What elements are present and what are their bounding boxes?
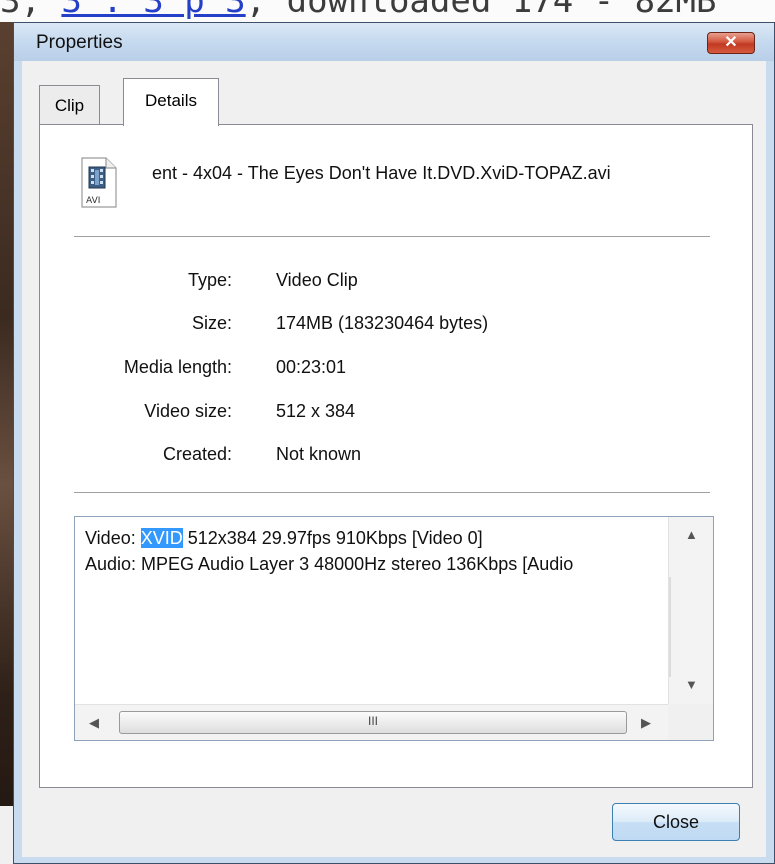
type-value: Video Clip [276, 270, 358, 290]
dialog-body: Clip Details AVI ent - 4x04 - The Eyes D… [22, 61, 766, 857]
scroll-right-icon[interactable]: ▶ [641, 715, 651, 731]
tab-label: Details [145, 91, 197, 110]
close-icon: ✕ [724, 34, 738, 51]
scroll-corner [668, 704, 713, 740]
horizontal-scrollbar[interactable]: ◀ III ▶ [75, 704, 668, 740]
audio-codec-line: Audio: MPEG Audio Layer 3 48000Hz stereo… [85, 554, 574, 574]
background-link[interactable]: 3 . 3 p 3 [61, 0, 245, 21]
file-name: ent - 4x04 - The Eyes Don't Have It.DVD.… [152, 163, 611, 183]
icon-label: AVI [86, 196, 100, 206]
scroll-left-icon[interactable]: ◀ [89, 715, 99, 731]
window-title: Properties [36, 32, 123, 53]
video-codec-line: Video: XVID 512x384 29.97fps 910Kbps [Vi… [85, 525, 665, 551]
background-text-part: , downloaded 174 - 82MB [245, 0, 717, 21]
background-page-strip: 3, 3 . 3 p 3, downloaded 174 - 82MB [0, 0, 775, 22]
codec-text[interactable]: Video: XVID 512x384 29.97fps 910Kbps [Vi… [85, 525, 665, 577]
grip-icon: III [367, 714, 378, 728]
size-value: 174MB (183230464 bytes) [276, 313, 489, 333]
size-label: Size: [191, 313, 232, 333]
codec-info-textbox[interactable]: Video: XVID 512x384 29.97fps 910Kbps [Vi… [74, 516, 714, 741]
vertical-scroll-track[interactable] [669, 577, 671, 677]
selected-text[interactable]: XVID [140, 528, 183, 548]
horizontal-scroll-thumb[interactable]: III [119, 711, 627, 734]
separator [74, 492, 710, 493]
title-bar[interactable]: Properties ✕ [14, 23, 774, 61]
video-prefix: Video: [85, 528, 141, 548]
properties-dialog: Properties ✕ Clip Details AVI ent - 4x04… [13, 22, 775, 864]
background-page-text: 3, 3 . 3 p 3, downloaded 174 - 82MB [0, 0, 716, 21]
details-panel: AVI ent - 4x04 - The Eyes Don't Have It.… [39, 124, 753, 788]
tab-label: Clip [54, 96, 85, 115]
created-label: Created: [162, 444, 232, 464]
tab-clip[interactable]: Clip [39, 85, 100, 125]
media-length-value: 00:23:01 [276, 357, 347, 377]
vertical-scrollbar[interactable]: ▲ ▼ [668, 517, 713, 704]
separator [74, 236, 710, 237]
type-label: Type: [187, 270, 232, 290]
video-size-label: Video size: [144, 401, 232, 421]
tab-details[interactable]: Details [123, 78, 219, 126]
scroll-up-icon[interactable]: ▲ [685, 527, 698, 542]
video-size-value: 512 x 384 [276, 401, 356, 421]
video-details: 512x384 29.97fps 910Kbps [Video 0] [182, 528, 483, 548]
media-length-label: Media length: [123, 357, 232, 377]
avi-file-icon: AVI [80, 157, 118, 209]
created-value: Not known [276, 444, 362, 464]
background-photo-strip [0, 22, 13, 864]
background-strip-bottom [0, 806, 13, 864]
scroll-down-icon[interactable]: ▼ [685, 677, 698, 692]
background-text-part: 3, [0, 0, 62, 21]
close-button[interactable]: Close [612, 803, 740, 841]
title-close-button[interactable]: ✕ [707, 32, 755, 54]
